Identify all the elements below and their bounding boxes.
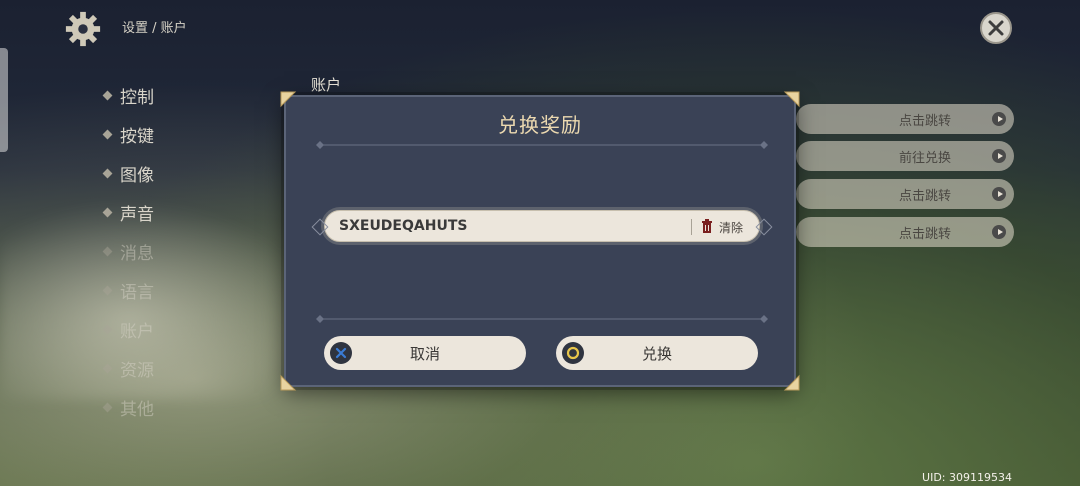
- dialog-title: 兑换奖励: [498, 113, 582, 137]
- trash-icon[interactable]: [701, 219, 713, 233]
- corner-ornament-icon: [783, 374, 800, 391]
- button-label: 前往兑换: [898, 150, 951, 166]
- sidebar-item-label: 消息: [120, 244, 154, 264]
- diamond-bullet-icon: [102, 129, 113, 140]
- arrow-right-icon: [992, 187, 1006, 201]
- diamond-bullet-icon: [102, 207, 113, 218]
- sidebar-item-label: 语言: [120, 283, 154, 303]
- clear-button[interactable]: 清除: [719, 219, 743, 236]
- divider-bottom: [316, 315, 768, 323]
- confirm-circle-icon: [562, 342, 584, 364]
- corner-ornament-icon: [280, 91, 297, 108]
- sidebar-item-other[interactable]: 其他: [102, 388, 154, 427]
- sidebar-item-resources[interactable]: 资源: [102, 349, 154, 388]
- divider-top: [316, 141, 768, 149]
- cancel-x-icon: [330, 342, 352, 364]
- diamond-bullet-icon: [102, 402, 113, 413]
- input-separator: [691, 219, 692, 235]
- sidebar-item-label: 资源: [120, 361, 154, 381]
- sidebar-item-label: 按键: [120, 127, 154, 147]
- arrow-right-icon: [992, 112, 1006, 126]
- cancel-label: 取消: [409, 344, 440, 363]
- corner-ornament-icon: [280, 374, 297, 391]
- diamond-bullet-icon: [102, 285, 113, 296]
- sidebar-item-label: 控制: [120, 88, 154, 108]
- button-label: 点击跳转: [898, 188, 951, 204]
- gear-icon: [65, 11, 101, 47]
- go-redeem-button[interactable]: 前往兑换: [796, 141, 1014, 171]
- redeem-label: 兑换: [641, 344, 672, 363]
- diamond-bullet-icon: [102, 246, 113, 257]
- sidebar-item-language[interactable]: 语言: [102, 271, 154, 310]
- jump-button-1[interactable]: 点击跳转: [796, 104, 1014, 134]
- sidebar-item-label: 图像: [120, 166, 154, 186]
- sidebar-item-graphics[interactable]: 图像: [102, 154, 154, 193]
- close-button[interactable]: [980, 12, 1012, 44]
- redeem-code-input[interactable]: SXEUDEQAHUTS 清除: [324, 210, 760, 242]
- jump-button-3[interactable]: 点击跳转: [796, 217, 1014, 247]
- sidebar-item-messages[interactable]: 消息: [102, 232, 154, 271]
- jump-button-2[interactable]: 点击跳转: [796, 179, 1014, 209]
- sidebar-item-account[interactable]: 账户: [102, 310, 154, 349]
- arrow-right-icon: [992, 225, 1006, 239]
- corner-ornament-icon: [783, 91, 800, 108]
- cancel-button[interactable]: 取消: [324, 336, 526, 370]
- background-haze: [0, 200, 320, 400]
- diamond-bullet-icon: [102, 90, 113, 101]
- redeem-dialog: 兑换奖励 SXEUDEQAHUTS 清除 取消 兑换: [280, 91, 800, 391]
- diamond-bullet-icon: [102, 168, 113, 179]
- section-title: 账户: [311, 76, 342, 94]
- close-icon: [988, 20, 1004, 36]
- uid-label: UID: 309119534: [922, 471, 1012, 484]
- sidebar: 控制 按键 图像 声音 消息 语言 账户 资源 其他: [102, 76, 154, 427]
- breadcrumb: 设置 / 账户: [122, 21, 187, 36]
- button-label: 点击跳转: [898, 226, 951, 242]
- sidebar-item-label: 其他: [120, 400, 154, 420]
- button-label: 点击跳转: [898, 113, 951, 129]
- sidebar-item-label: 声音: [120, 205, 154, 225]
- sidebar-item-audio[interactable]: 声音: [102, 193, 154, 232]
- diamond-bullet-icon: [102, 324, 113, 335]
- diamond-bullet-icon: [102, 363, 113, 374]
- sidebar-item-controls[interactable]: 控制: [102, 76, 154, 115]
- code-value: SXEUDEQAHUTS: [339, 218, 468, 234]
- sidebar-item-label: 账户: [120, 322, 154, 342]
- edge-handle[interactable]: [0, 48, 8, 152]
- arrow-right-icon: [992, 149, 1006, 163]
- redeem-button[interactable]: 兑换: [556, 336, 758, 370]
- sidebar-item-keys[interactable]: 按键: [102, 115, 154, 154]
